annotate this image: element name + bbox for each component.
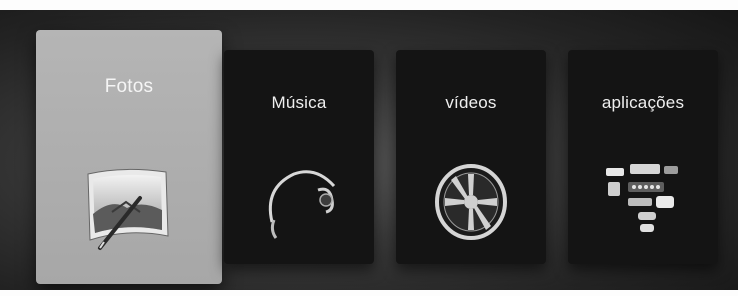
tile-label: aplicações	[601, 93, 685, 112]
tile-label: vídeos	[445, 93, 497, 112]
tile-fotos[interactable]: Fotos	[36, 30, 222, 284]
top-frame	[0, 0, 738, 10]
tile-aplicacoes[interactable]: aplicações	[568, 50, 718, 264]
tile-label: Música	[271, 93, 327, 112]
film-reel-icon	[431, 160, 511, 245]
tile-label: Fotos	[104, 76, 154, 97]
bottom-frame	[0, 290, 738, 296]
apps-icon	[604, 162, 684, 247]
headphones-icon	[258, 160, 344, 247]
photo-frame-icon	[82, 162, 174, 259]
tile-musica[interactable]: Música	[224, 50, 374, 264]
home-screen: Fotos Música vídeos aplicações	[0, 0, 738, 296]
tile-videos[interactable]: vídeos	[396, 50, 546, 264]
